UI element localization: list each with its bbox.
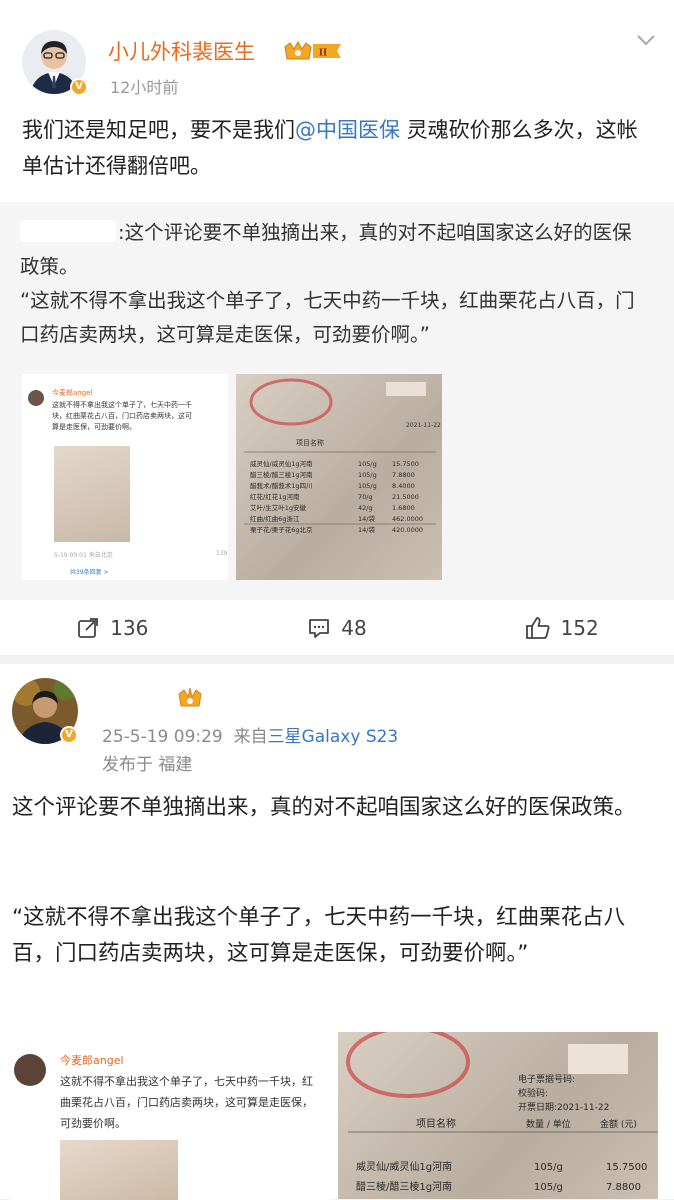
crown-icon xyxy=(178,687,202,707)
action-bar: 136 48 152 xyxy=(0,600,674,655)
svg-text:105/g: 105/g xyxy=(358,482,377,490)
receipt-col-qty: 数量 / 单位 xyxy=(526,1118,571,1130)
verified-badge-icon: V xyxy=(70,78,88,96)
repost-block[interactable]: :这个评论要不单独摘出来，真的对不起咱国家这么好的医保政策。 “这就不得不拿出我… xyxy=(0,202,674,600)
post2-source-device[interactable]: 三星Galaxy S23 xyxy=(268,727,399,747)
post2-thumb-text: 这就不得不拿出我这个单子了，七天中药一千块，红曲栗花占八百，门口药店卖两块，这可… xyxy=(60,1075,313,1130)
comment-count: 48 xyxy=(341,615,367,640)
svg-text:21.5000: 21.5000 xyxy=(392,493,419,501)
post-text-start: 我们还是知足吧，要不是我们 xyxy=(22,118,295,142)
blurred-username xyxy=(20,220,116,242)
like-button[interactable]: 152 xyxy=(449,600,674,655)
repost-image-1[interactable]: 今麦郎angel 这就不得不拿出我这个单子了，七天中药一千块，红曲栗花占八百，门… xyxy=(22,374,228,580)
post2-paragraph-1: 这个评论要不单独摘出来，真的对不起咱国家这么好的医保政策。 xyxy=(12,795,636,820)
chevron-down-icon[interactable] xyxy=(636,30,656,50)
receipt-rows: 威灵仙/威灵仙1g河南 105/g 15.7500 醋三棱/醋三棱1g河南 10… xyxy=(250,459,423,534)
like-count: 152 xyxy=(560,615,599,640)
post2-receipt-photo: 电子票据号码: 校验码: 开票日期:2021-11-22 项目名称 数量 / 单… xyxy=(346,1032,658,1193)
post2-image-1[interactable]: 今麦郎angel 这就不得不拿出我这个单子了，七天中药一千块，红曲栗花占八百，门… xyxy=(10,1040,330,1200)
receipt-check: 校验码: xyxy=(518,1087,548,1099)
post2-location: 发布于 福建 xyxy=(102,755,193,775)
svg-text:醋三棱/醋三棱1g河南: 醋三棱/醋三棱1g河南 xyxy=(356,1180,452,1193)
repost-button[interactable]: 136 xyxy=(0,600,225,655)
svg-text:462.0000: 462.0000 xyxy=(392,515,423,523)
svg-text:70/g: 70/g xyxy=(358,493,373,501)
svg-text:红花/红花1g河南: 红花/红花1g河南 xyxy=(250,492,300,501)
comment-button[interactable]: 48 xyxy=(225,600,450,655)
svg-text:红曲/红曲6g浙江: 红曲/红曲6g浙江 xyxy=(250,514,300,523)
thumb-text: 这就不得不拿出我这个单子了，七天中药一千块，红曲栗花占八百，门口药店卖两块，这可… xyxy=(52,401,192,431)
receipt-e-invoice: 电子票据号码: xyxy=(518,1073,575,1085)
vip-level-text: II xyxy=(319,47,328,59)
receipt-col-amount: 金额 (元) xyxy=(600,1118,637,1130)
svg-text:7.8800: 7.8800 xyxy=(606,1182,641,1193)
post2-thumb-receipt xyxy=(60,1140,178,1200)
svg-text:艾叶/生艾叶1g安徽: 艾叶/生艾叶1g安徽 xyxy=(250,503,306,512)
post-card-2: V 25-5-19 09:29 来自三星Galaxy S23 发布于 福建 这个… xyxy=(0,664,674,1200)
thumbs-up-icon xyxy=(525,616,550,639)
vip-level-badge-icon: II xyxy=(283,40,345,62)
verified-badge-icon-2: V xyxy=(60,726,78,744)
svg-text:14/袋: 14/袋 xyxy=(358,525,375,534)
repost-icon xyxy=(78,617,99,638)
svg-text:105/g: 105/g xyxy=(358,471,377,479)
svg-text:1.6800: 1.6800 xyxy=(392,504,415,512)
repost-text: :这个评论要不单独摘出来，真的对不起咱国家这么好的医保政策。 “这就不得不拿出我… xyxy=(20,216,650,352)
post-time: 12小时前 xyxy=(110,78,179,97)
svg-text:威灵仙/威灵仙1g河南: 威灵仙/威灵仙1g河南 xyxy=(250,459,313,468)
thumb-footer-time: 5-19 00:01 来自北京 xyxy=(54,552,113,559)
svg-text:15.7500: 15.7500 xyxy=(392,460,419,468)
post2-paragraph-2: “这就不得不拿出我这个单子了，七天中药一千块，红曲栗花占八百，门口药店卖两块，这… xyxy=(12,905,626,966)
post2-timestamp: 25-5-19 09:29 xyxy=(102,727,223,747)
svg-text:14/袋: 14/袋 xyxy=(358,514,375,523)
thumb-username: 今麦郎angel xyxy=(52,389,93,397)
svg-text:醋三棱/醋三棱1g河南: 醋三棱/醋三棱1g河南 xyxy=(250,470,313,479)
svg-text:威灵仙/威灵仙1g河南: 威灵仙/威灵仙1g河南 xyxy=(356,1160,452,1173)
post-text: 我们还是知足吧，要不是我们@中国医保 灵魂砍价那么多次，这帐单估计还得翻倍吧。 xyxy=(22,112,652,184)
svg-text:7.8800: 7.8800 xyxy=(392,471,415,479)
author-name[interactable]: 小儿外科裴医生 xyxy=(108,36,255,66)
repost-image-2[interactable]: 2021-11-22 项目名称 威灵仙/威灵仙1g河南 105/g 15.750… xyxy=(236,374,442,580)
post2-meta: 25-5-19 09:29 来自三星Galaxy S23 xyxy=(102,722,398,747)
post-card: V 小儿外科裴医生 II 12小时前 我们还是知足吧，要不是我们@中国医保 灵魂… xyxy=(0,0,674,655)
svg-text:420.0000: 420.0000 xyxy=(392,526,423,534)
mention-link[interactable]: @中国医保 xyxy=(295,118,400,142)
comment-icon xyxy=(309,618,330,638)
receipt-col-name: 项目名称 xyxy=(416,1117,456,1130)
svg-text:醋莪术/醋莪术1g四川: 醋莪术/醋莪术1g四川 xyxy=(250,481,312,490)
post2-thumb-username: 今麦郎angel xyxy=(60,1054,124,1067)
receipt-photo: 2021-11-22 项目名称 威灵仙/威灵仙1g河南 105/g 15.750… xyxy=(244,378,441,534)
thumb-avatar xyxy=(28,390,44,406)
thumb-footer-likes: 139 xyxy=(216,550,228,557)
repost-count: 136 xyxy=(110,615,149,640)
post2-source-prefix: 来自 xyxy=(233,727,268,747)
svg-text:105/g: 105/g xyxy=(534,1182,563,1193)
svg-text:8.4000: 8.4000 xyxy=(392,482,415,490)
receipt-date: 2021-11-22 xyxy=(406,422,441,429)
svg-text:42/g: 42/g xyxy=(358,504,373,512)
svg-text:栗子花/栗子花6g北京: 栗子花/栗子花6g北京 xyxy=(250,525,313,534)
thumb-footer-replies: 共39条回复 > xyxy=(70,569,109,576)
svg-text:105/g: 105/g xyxy=(358,460,377,468)
receipt-date-2: 开票日期:2021-11-22 xyxy=(518,1102,609,1113)
repost-text-line2: “这就不得不拿出我这个单子了，七天中药一千块，红曲栗花占八百，门口药店卖两块，这… xyxy=(20,289,635,346)
post2-thumb-avatar xyxy=(14,1054,46,1086)
receipt-header: 项目名称 xyxy=(296,438,324,447)
thumb-receipt xyxy=(54,446,130,542)
svg-text:105/g: 105/g xyxy=(534,1162,563,1173)
svg-text:15.7500: 15.7500 xyxy=(606,1162,647,1173)
post2-image-2[interactable]: 电子票据号码: 校验码: 开票日期:2021-11-22 项目名称 数量 / 单… xyxy=(338,1032,658,1199)
